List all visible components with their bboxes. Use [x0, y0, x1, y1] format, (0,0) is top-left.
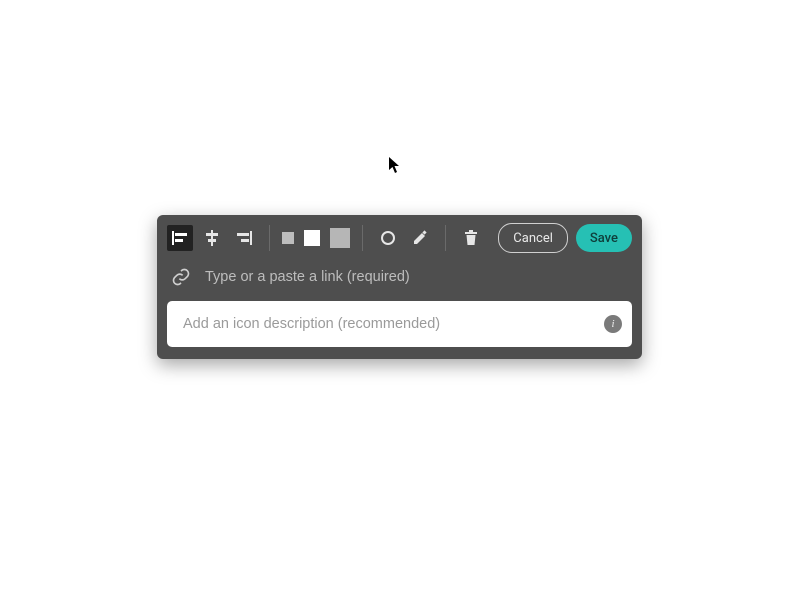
size-small-button[interactable] — [282, 232, 294, 244]
align-center-icon — [203, 229, 221, 247]
shape-group — [375, 225, 433, 251]
toolbar-divider — [362, 225, 363, 251]
align-right-button[interactable] — [231, 225, 257, 251]
trash-icon — [462, 229, 480, 247]
size-large-button[interactable] — [330, 228, 350, 248]
delete-button[interactable] — [458, 225, 484, 251]
size-medium-button[interactable] — [304, 230, 320, 246]
link-row — [157, 261, 642, 301]
toolbar: Cancel Save — [157, 215, 642, 261]
alignment-group — [167, 225, 257, 251]
edit-shape-button[interactable] — [407, 225, 433, 251]
description-box: i — [167, 301, 632, 347]
align-left-icon — [171, 229, 189, 247]
align-left-button[interactable] — [167, 225, 193, 251]
save-button[interactable]: Save — [576, 224, 632, 252]
toolbar-divider — [269, 225, 270, 251]
pencil-icon — [411, 229, 429, 247]
link-icon — [171, 267, 191, 287]
align-right-icon — [235, 229, 253, 247]
cancel-button[interactable]: Cancel — [498, 223, 568, 253]
link-input[interactable] — [203, 268, 628, 286]
size-group — [282, 228, 350, 248]
toolbar-divider — [445, 225, 446, 251]
shape-circle-button[interactable] — [375, 225, 401, 251]
circle-icon — [379, 229, 397, 247]
description-row: i — [157, 301, 642, 359]
icon-editor-panel: Cancel Save i — [157, 215, 642, 359]
align-center-button[interactable] — [199, 225, 225, 251]
description-input[interactable] — [181, 315, 594, 333]
info-icon[interactable]: i — [604, 315, 622, 333]
cursor-icon — [388, 156, 402, 174]
